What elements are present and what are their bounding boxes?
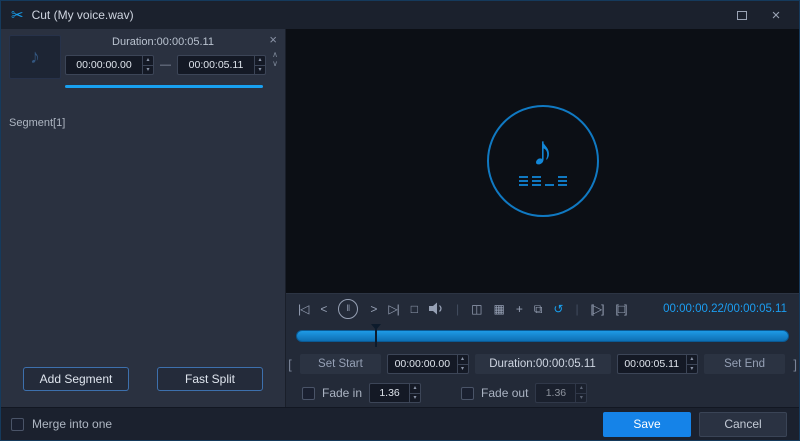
trim-end-stepper: ▴ ▾ (685, 355, 697, 374)
left-bracket: [ (288, 356, 292, 372)
playhead-line (374, 329, 377, 347)
stop-segment-icon[interactable]: [□] (616, 303, 628, 315)
segment-time-row: ▴ ▾ — ▴ ▾ (65, 55, 266, 75)
footer-bar: Merge into one Save Cancel (1, 407, 799, 440)
trim-end-field[interactable] (617, 355, 686, 373)
trim-controls: [ Set Start ▴ ▾ Duration:00:00:05.11 ▴ ▾… (286, 349, 799, 379)
merge-into-one-label: Merge into one (32, 417, 113, 431)
chevron-down-icon[interactable]: ∨ (272, 60, 278, 68)
trim-start-input[interactable]: ▴ ▾ (387, 354, 469, 374)
fade-out-label: Fade out (481, 386, 529, 400)
segment-editor: ♪ Duration:00:00:05.11 × ∧ ∨ ▴ ▾ — (1, 29, 285, 115)
segment-start-input[interactable]: ▴ ▾ (65, 55, 154, 75)
step-forward-icon[interactable]: > (370, 303, 377, 315)
add-marker-icon[interactable]: + (516, 303, 523, 315)
volume-icon[interactable] (429, 302, 444, 315)
transport-bar: |◁ < ‖ > ▷| □ | ◫ ▦ + ⧉ ↺ | [▷] [□] 00:0… (286, 293, 799, 323)
music-note-icon: ♪ (532, 127, 553, 174)
right-bracket: ] (793, 356, 797, 372)
fade-in-input[interactable]: ▴ ▾ (369, 383, 422, 403)
fast-split-button[interactable]: Fast Split (157, 367, 263, 391)
fade-controls: Fade in ▴ ▾ Fade out ▴ ▾ (286, 379, 799, 407)
spin-down-icon[interactable]: ▾ (410, 394, 420, 403)
playhead-marker[interactable] (370, 324, 382, 350)
spin-up-icon[interactable]: ▴ (410, 384, 421, 394)
timeline-row (286, 323, 799, 349)
cancel-button[interactable]: Cancel (699, 411, 787, 437)
merge-into-one-checkbox[interactable] (11, 417, 24, 431)
fade-in-label: Fade in (322, 386, 363, 400)
play-segment-icon[interactable]: [▷] (591, 303, 605, 315)
fade-in-checkbox[interactable] (302, 386, 315, 400)
fade-out-field[interactable] (536, 384, 576, 402)
split-segment-icon[interactable]: ◫ (471, 303, 482, 315)
step-back-icon[interactable]: < (320, 303, 327, 315)
spin-down-icon[interactable]: ▾ (687, 365, 697, 374)
spin-down-icon[interactable]: ▾ (255, 66, 265, 75)
segment-thumbnail[interactable]: ♪ (9, 35, 61, 79)
segment-reorder: ∧ ∨ (272, 51, 278, 68)
timeline-track[interactable] (296, 324, 789, 347)
toolbar-divider: | (456, 301, 460, 316)
chevron-up-icon[interactable]: ∧ (272, 51, 278, 59)
close-button[interactable]: × (763, 5, 789, 25)
trim-duration-label: Duration:00:00:05.11 (474, 354, 611, 374)
audio-preview-area: ♪ (286, 29, 799, 293)
segment-actions: Add Segment Fast Split (1, 367, 285, 407)
audio-placeholder-icon: ♪ (486, 105, 599, 217)
current-time: 00:00:00.22 (663, 302, 724, 315)
preview-panel: ♪ |◁ < ‖ > ▷| □ | ◫ ▦ + ⧉ ↺ | [▷] [□] 00… (286, 29, 799, 407)
fade-out-stepper: ▴ ▾ (575, 384, 587, 403)
add-segment-button[interactable]: Add Segment (23, 367, 129, 391)
spin-down-icon[interactable]: ▾ (458, 365, 468, 374)
segment-duration-label: Duration:00:00:05.11 (112, 36, 214, 48)
segment-name-label: Segment[1] (9, 117, 66, 129)
scissors-icon: ✂ (11, 6, 24, 24)
spin-down-icon[interactable]: ▾ (576, 394, 586, 403)
time-range-dash: — (160, 59, 171, 71)
segment-close-icon[interactable]: × (269, 33, 277, 46)
spin-up-icon[interactable]: ▴ (457, 355, 468, 365)
fade-in-field[interactable] (370, 384, 410, 402)
merge-segments-icon[interactable]: ▦ (493, 303, 504, 315)
toolbar-divider: | (575, 301, 579, 316)
fade-out-input[interactable]: ▴ ▾ (535, 383, 588, 403)
copy-segment-icon[interactable]: ⧉ (534, 303, 543, 315)
music-note-icon: ♪ (30, 45, 40, 68)
playback-time: 00:00:00.22/00:00:05.11 (663, 303, 787, 315)
segment-end-field[interactable] (178, 56, 254, 74)
cut-dialog-window: ✂ Cut (My voice.wav) × ♪ Duration:00:00:… (0, 0, 800, 441)
spin-up-icon[interactable]: ▴ (686, 355, 697, 365)
trim-end-input[interactable]: ▴ ▾ (616, 354, 698, 374)
segment-start-stepper: ▴ ▾ (142, 56, 153, 74)
stop-icon[interactable]: □ (411, 303, 418, 315)
fade-in-stepper: ▴ ▾ (409, 384, 421, 403)
spin-up-icon[interactable]: ▴ (143, 56, 153, 66)
titlebar: ✂ Cut (My voice.wav) × (1, 1, 799, 29)
segment-end-input[interactable]: ▴ ▾ (177, 55, 266, 75)
trim-start-field[interactable] (388, 355, 457, 373)
reset-icon[interactable]: ↺ (553, 303, 563, 315)
equalizer-icon (518, 176, 567, 186)
save-button[interactable]: Save (603, 411, 691, 437)
maximize-icon (737, 10, 747, 20)
segment-panel: ♪ Duration:00:00:05.11 × ∧ ∨ ▴ ▾ — (1, 29, 286, 407)
segment-end-stepper: ▴ ▾ (254, 56, 265, 74)
maximize-button[interactable] (729, 5, 755, 25)
window-title: Cut (My voice.wav) (31, 8, 134, 22)
set-end-button[interactable]: Set End (703, 354, 786, 374)
spin-down-icon[interactable]: ▾ (143, 66, 153, 75)
trim-start-stepper: ▴ ▾ (456, 355, 468, 374)
segment-range-bar[interactable] (65, 85, 263, 88)
go-end-icon[interactable]: ▷| (388, 303, 399, 315)
fade-out-checkbox[interactable] (461, 386, 475, 400)
spin-up-icon[interactable]: ▴ (576, 384, 587, 394)
segment-start-field[interactable] (66, 56, 142, 74)
spin-up-icon[interactable]: ▴ (255, 56, 265, 66)
set-start-button[interactable]: Set Start (299, 354, 382, 374)
pause-icon[interactable]: ‖ (338, 298, 359, 319)
go-start-icon[interactable]: |◁ (298, 303, 309, 315)
total-time: 00:00:05.11 (727, 302, 787, 315)
